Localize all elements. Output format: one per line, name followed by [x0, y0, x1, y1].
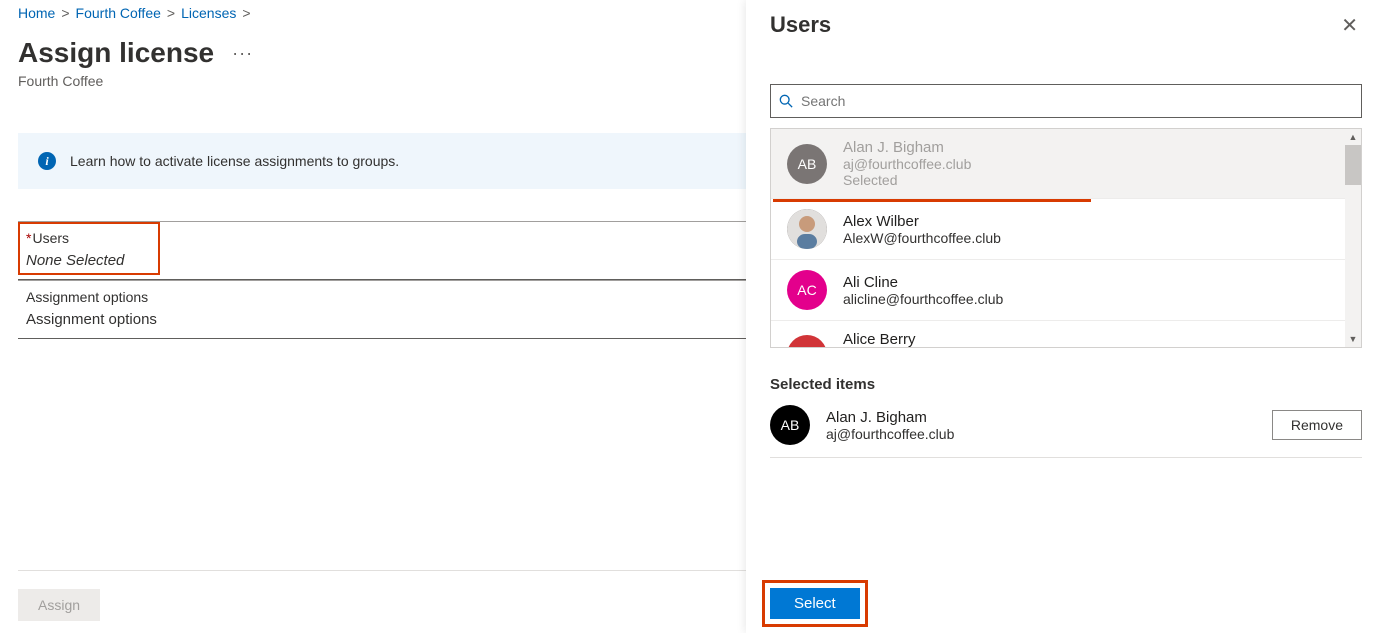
avatar	[787, 209, 827, 249]
scroll-thumb[interactable]	[1345, 145, 1361, 185]
scroll-down-icon[interactable]: ▼	[1345, 331, 1361, 347]
assignment-options-field[interactable]: Assignment options Assignment options	[18, 280, 746, 339]
user-name: Alice Berry	[843, 331, 916, 347]
user-row[interactable]: AB Alan J. Bigham aj@fourthcoffee.club S…	[771, 129, 1345, 199]
info-icon: i	[38, 152, 56, 170]
user-row[interactable]: Alex Wilber AlexW@fourthcoffee.club	[771, 199, 1345, 260]
scrollbar[interactable]: ▲ ▼	[1345, 129, 1361, 347]
selected-items-header: Selected items	[770, 376, 1362, 393]
more-menu-button[interactable]: ···	[232, 43, 253, 64]
breadcrumb-link[interactable]: Licenses	[181, 5, 236, 21]
page-title: Assign license	[18, 37, 214, 69]
user-email: aj@fourthcoffee.club	[843, 156, 971, 172]
avatar: AB	[770, 405, 810, 445]
select-button[interactable]: Select	[770, 588, 860, 619]
scroll-up-icon[interactable]: ▲	[1345, 129, 1361, 145]
user-row[interactable]: AC Ali Cline alicline@fourthcoffee.club	[771, 260, 1345, 321]
avatar: AB	[787, 144, 827, 184]
selected-item: AB Alan J. Bigham aj@fourthcoffee.club R…	[770, 393, 1362, 458]
footer-bar: Assign	[18, 570, 746, 621]
user-list: AB Alan J. Bigham aj@fourthcoffee.club S…	[770, 128, 1362, 348]
search-input[interactable]	[801, 93, 1353, 109]
user-email: alicline@fourthcoffee.club	[843, 291, 1003, 307]
user-row[interactable]: AB Alice Berry	[771, 321, 1345, 347]
remove-button[interactable]: Remove	[1272, 410, 1362, 440]
main-content: Home > Fourth Coffee > Licenses > Assign li…	[0, 0, 746, 633]
breadcrumb: Home > Fourth Coffee > Licenses >	[18, 5, 746, 21]
avatar: AC	[787, 270, 827, 310]
user-name: Alex Wilber	[843, 213, 1001, 230]
field-label-options: Assignment options	[26, 289, 736, 305]
chevron-right-icon: >	[167, 5, 175, 21]
info-banner: i Learn how to activate license assignme…	[18, 133, 746, 189]
breadcrumb-link[interactable]: Home	[18, 5, 55, 21]
assign-button[interactable]: Assign	[18, 589, 100, 621]
user-email: aj@fourthcoffee.club	[826, 426, 1256, 442]
user-name: Alan J. Bigham	[843, 139, 971, 156]
close-icon[interactable]: ✕	[1337, 12, 1362, 40]
panel-title: Users	[770, 12, 831, 38]
search-input-wrap[interactable]	[770, 84, 1362, 118]
banner-text: Learn how to activate license assignment…	[70, 153, 399, 169]
search-icon	[779, 94, 793, 108]
users-field[interactable]: Users None Selected	[18, 221, 746, 280]
chevron-right-icon: >	[61, 5, 69, 21]
user-name: Ali Cline	[843, 274, 1003, 291]
users-panel: Users ✕ AB Alan J. Bigham aj@fourthcoffe…	[746, 0, 1386, 633]
user-name: Alan J. Bigham	[826, 409, 1256, 426]
field-value-options: Assignment options	[26, 311, 736, 328]
breadcrumb-link[interactable]: Fourth Coffee	[76, 5, 161, 21]
user-email: AlexW@fourthcoffee.club	[843, 230, 1001, 246]
chevron-right-icon: >	[242, 5, 250, 21]
page-subtitle: Fourth Coffee	[18, 73, 746, 89]
avatar: AB	[787, 335, 827, 347]
user-status: Selected	[843, 172, 971, 188]
